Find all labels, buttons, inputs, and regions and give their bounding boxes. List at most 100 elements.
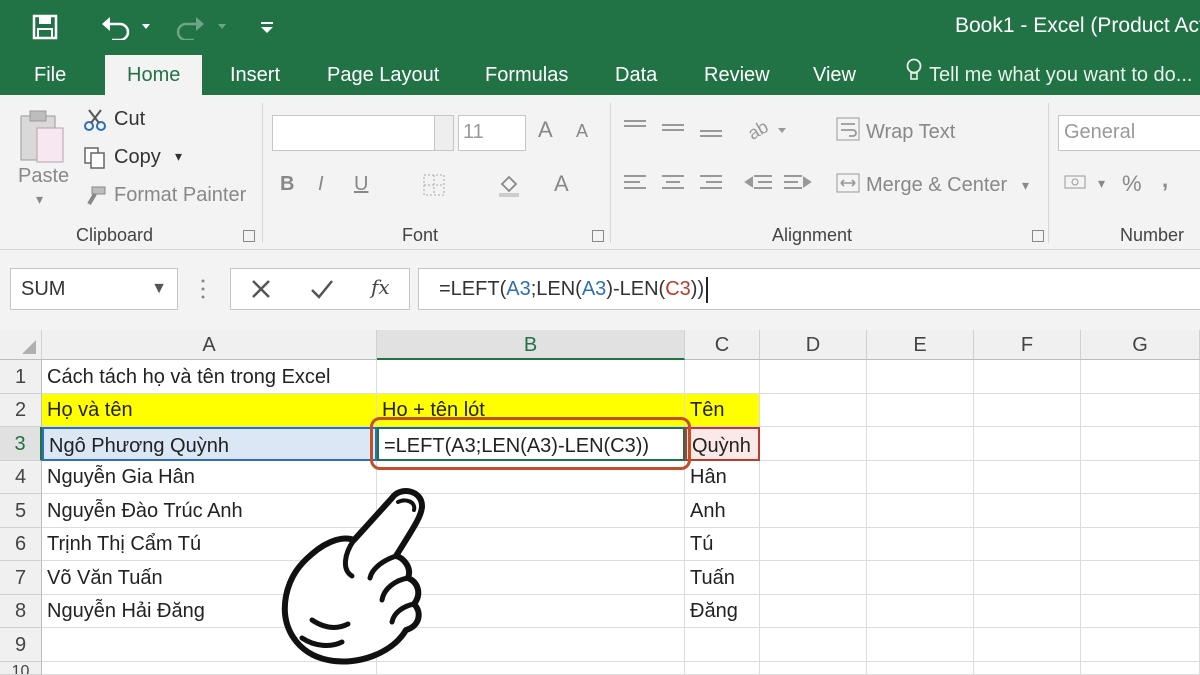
cell-e5-bg[interactable]	[867, 494, 974, 528]
cell-c7[interactable]: Tuấn	[685, 561, 760, 595]
clipboard-dialog-launcher-icon[interactable]	[243, 230, 255, 242]
cell-g4-bg[interactable]	[1081, 461, 1200, 494]
cell-f8-bg[interactable]	[974, 595, 1081, 628]
row-header-10[interactable]: 10	[0, 662, 42, 675]
cell-g3-bg[interactable]	[1081, 427, 1200, 461]
cell-c5[interactable]: Anh	[685, 494, 760, 528]
cell-c8[interactable]: Đăng	[685, 595, 760, 628]
cell-g1-bg[interactable]	[1081, 360, 1200, 394]
formula-bar-grip-icon[interactable]	[200, 276, 206, 302]
cell-e4-bg[interactable]	[867, 461, 974, 494]
cell-d5-bg[interactable]	[760, 494, 867, 528]
merge-center-button[interactable]: Merge & Center	[866, 174, 1007, 197]
cell-d4-bg[interactable]	[760, 461, 867, 494]
customize-quick-access-icon[interactable]	[254, 10, 280, 44]
cell-d8-bg[interactable]	[760, 595, 867, 628]
tab-file[interactable]: File	[34, 55, 66, 95]
paste-icon[interactable]	[14, 107, 70, 167]
row-header-2[interactable]: 2	[0, 394, 42, 427]
cell-b3-editing[interactable]: =LEFT(A3;LEN(A3)-LEN(C3))	[377, 427, 685, 461]
cell-f2-bg[interactable]	[974, 394, 1081, 427]
percent-style-button[interactable]: %	[1122, 171, 1142, 197]
cell-d3-bg[interactable]	[760, 427, 867, 461]
cell-c1-bg[interactable]	[685, 360, 760, 394]
column-header-b[interactable]: B	[377, 330, 685, 360]
cell-d7-bg[interactable]	[760, 561, 867, 595]
cell-c3[interactable]: Quỳnh	[685, 427, 760, 461]
cell-f9-bg[interactable]	[974, 628, 1081, 662]
cell-g2-bg[interactable]	[1081, 394, 1200, 427]
cell-d10-bg[interactable]	[760, 662, 867, 675]
scissors-icon[interactable]	[82, 107, 108, 133]
font-name-combobox[interactable]	[272, 115, 454, 151]
cell-e7-bg[interactable]	[867, 561, 974, 595]
cell-f7-bg[interactable]	[974, 561, 1081, 595]
column-header-a[interactable]: A	[42, 330, 377, 360]
cell-g9-bg[interactable]	[1081, 628, 1200, 662]
font-dialog-launcher-icon[interactable]	[592, 230, 604, 242]
accounting-format-icon[interactable]	[1062, 169, 1090, 197]
cell-f4-bg[interactable]	[974, 461, 1081, 494]
cell-g5-bg[interactable]	[1081, 494, 1200, 528]
paste-dropdown-icon[interactable]: ▾	[36, 191, 43, 208]
wrap-text-button[interactable]: Wrap Text	[866, 121, 955, 144]
cell-f5-bg[interactable]	[974, 494, 1081, 528]
name-box-dropdown-icon[interactable]: ▼	[151, 269, 167, 309]
wrap-text-icon[interactable]	[834, 115, 862, 143]
row-header-8[interactable]: 8	[0, 595, 42, 628]
enter-check-icon[interactable]	[309, 277, 335, 306]
cell-g7-bg[interactable]	[1081, 561, 1200, 595]
name-box[interactable]: SUM ▼	[10, 268, 178, 310]
cell-d1-bg[interactable]	[760, 360, 867, 394]
cell-f6-bg[interactable]	[974, 528, 1081, 561]
number-format-combobox[interactable]: General	[1058, 115, 1200, 151]
cell-d9-bg[interactable]	[760, 628, 867, 662]
copy-button[interactable]: Copy	[114, 146, 161, 169]
fill-color-icon[interactable]	[494, 171, 524, 199]
grow-font-button[interactable]: A	[538, 117, 553, 143]
cancel-icon[interactable]	[249, 277, 273, 306]
shrink-font-button[interactable]: A	[576, 121, 588, 142]
cell-f10-bg[interactable]	[974, 662, 1081, 675]
insert-function-icon[interactable]: fx	[371, 275, 390, 299]
select-all-corner[interactable]	[0, 330, 42, 360]
formula-input[interactable]: =LEFT(A3;LEN(A3)-LEN(C3))	[418, 268, 1200, 310]
tab-insert[interactable]: Insert	[230, 55, 280, 95]
redo-icon[interactable]	[172, 10, 232, 44]
comma-style-button[interactable]: ,	[1162, 167, 1168, 193]
cell-e10-bg[interactable]	[867, 662, 974, 675]
format-painter-icon[interactable]	[82, 183, 108, 209]
borders-icon[interactable]	[420, 171, 448, 199]
row-header-6[interactable]: 6	[0, 528, 42, 561]
copy-icon[interactable]	[82, 145, 108, 171]
cell-e1-bg[interactable]	[867, 360, 974, 394]
cell-f1-bg[interactable]	[974, 360, 1081, 394]
cell-d6-bg[interactable]	[760, 528, 867, 561]
tab-data[interactable]: Data	[615, 55, 657, 95]
column-header-c[interactable]: C	[685, 330, 760, 360]
column-header-e[interactable]: E	[867, 330, 974, 360]
cell-f3-bg[interactable]	[974, 427, 1081, 461]
cell-g8-bg[interactable]	[1081, 595, 1200, 628]
row-header-1[interactable]: 1	[0, 360, 42, 394]
cell-a2[interactable]: Họ và tên	[42, 394, 377, 427]
italic-button[interactable]: I	[318, 173, 324, 196]
tab-view[interactable]: View	[813, 55, 856, 95]
cell-e6-bg[interactable]	[867, 528, 974, 561]
vertical-align-icons[interactable]	[622, 115, 728, 143]
tab-page-layout[interactable]: Page Layout	[327, 55, 439, 95]
tab-formulas[interactable]: Formulas	[485, 55, 568, 95]
cell-b1-bg[interactable]	[377, 360, 685, 394]
cell-g6-bg[interactable]	[1081, 528, 1200, 561]
font-color-button[interactable]: A	[554, 171, 569, 197]
cell-b2[interactable]: Họ + tên lót	[377, 394, 685, 427]
cell-d2-bg[interactable]	[760, 394, 867, 427]
cell-c2[interactable]: Tên	[685, 394, 760, 427]
undo-icon[interactable]	[100, 10, 156, 44]
cell-e3-bg[interactable]	[867, 427, 974, 461]
cut-button[interactable]: Cut	[114, 108, 145, 131]
save-icon[interactable]	[28, 10, 62, 44]
tab-home[interactable]: Home	[105, 55, 203, 95]
column-header-f[interactable]: F	[974, 330, 1081, 360]
cell-c4[interactable]: Hân	[685, 461, 760, 494]
